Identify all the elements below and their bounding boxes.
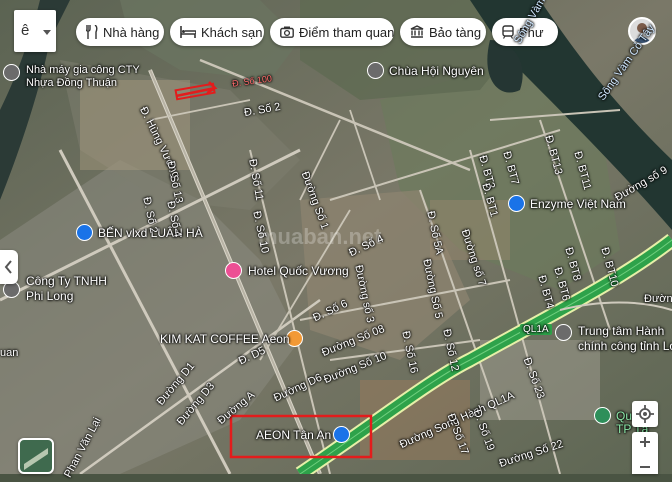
poi-trung-tam-line2: chính công tỉnh Lo xyxy=(578,339,672,353)
poi-cong-ty-line1: Công Ty TNHH xyxy=(26,274,107,288)
poi-factory-line2: Nhựa Đồng Thuận xyxy=(26,77,117,89)
enzyme-pin-icon[interactable] xyxy=(508,195,525,212)
transit-icon xyxy=(502,25,514,39)
my-location-icon xyxy=(636,405,654,423)
shopping-pin-icon[interactable] xyxy=(333,426,350,443)
poi-cong-ty[interactable]: Công Ty TNHH Phi Long xyxy=(26,274,107,304)
poi-hotel-quoc-vuong[interactable]: Hotel Quốc Vương xyxy=(248,264,349,278)
chip-attractions[interactable]: Điểm tham quan xyxy=(270,18,394,46)
poi-pagoda[interactable]: Chùa Hội Nguyên xyxy=(389,64,484,78)
chip-label: Điểm tham quan xyxy=(299,24,394,40)
chip-restaurant[interactable]: Nhà hàng xyxy=(76,18,164,46)
poi-trung-tam[interactable]: Trung tâm Hành chính công tỉnh Lo xyxy=(578,324,672,354)
zoom-in-icon[interactable] xyxy=(632,432,658,452)
museum-icon xyxy=(410,25,424,38)
camera-icon xyxy=(280,26,294,38)
chip-label: Nhà hàng xyxy=(103,24,160,40)
chip-label: Bảo tàng xyxy=(429,24,482,40)
chip-label: Khách sạn xyxy=(201,24,263,40)
poi-enzyme[interactable]: Enzyme Việt Nam xyxy=(530,197,626,211)
poi-kim-kat-coffee[interactable]: KIM KAT COFFEE Aeon xyxy=(160,332,290,346)
collapse-panel-button[interactable] xyxy=(0,250,18,284)
hotel-pin-icon[interactable] xyxy=(225,262,242,279)
park-pin-icon[interactable] xyxy=(594,407,611,424)
store-pin-icon[interactable] xyxy=(76,224,93,241)
zoom-out-icon[interactable] xyxy=(632,457,658,477)
street-uan: uan xyxy=(0,347,19,359)
search-value[interactable]: ê xyxy=(21,22,29,39)
layers-button[interactable] xyxy=(18,438,54,474)
watermark: muaban.net xyxy=(258,224,382,249)
search-box[interactable]: ê xyxy=(14,10,56,52)
chip-hotel[interactable]: Khách sạn xyxy=(170,18,264,46)
zoom-controls[interactable] xyxy=(632,432,658,474)
chip-museum[interactable]: Bảo tàng xyxy=(400,18,486,46)
street-duong-east: Đường xyxy=(644,293,672,305)
my-location-button[interactable] xyxy=(632,401,658,427)
poi-aeon-tan-an[interactable]: AEON Tân An xyxy=(256,428,331,442)
layers-icon xyxy=(24,448,48,470)
poi-factory-line1: Nhà máy gia công CTY xyxy=(26,64,140,76)
highway-shield-ql1a: QL1A xyxy=(520,324,552,335)
hotel-icon xyxy=(180,26,196,38)
poi-trung-tam-line1: Trung tâm Hành xyxy=(578,324,665,338)
poi-cong-ty-line2: Phi Long xyxy=(26,289,74,303)
chevron-left-icon xyxy=(4,260,12,274)
restaurant-icon xyxy=(86,25,98,39)
poi-factory[interactable]: Nhà máy gia công CTY Nhựa Đồng Thuận xyxy=(26,64,140,90)
factory-pin-icon[interactable] xyxy=(3,64,20,81)
pagoda-pin-icon[interactable] xyxy=(367,62,384,79)
chevron-down-icon[interactable] xyxy=(43,30,51,35)
government-pin-icon[interactable] xyxy=(555,324,572,341)
